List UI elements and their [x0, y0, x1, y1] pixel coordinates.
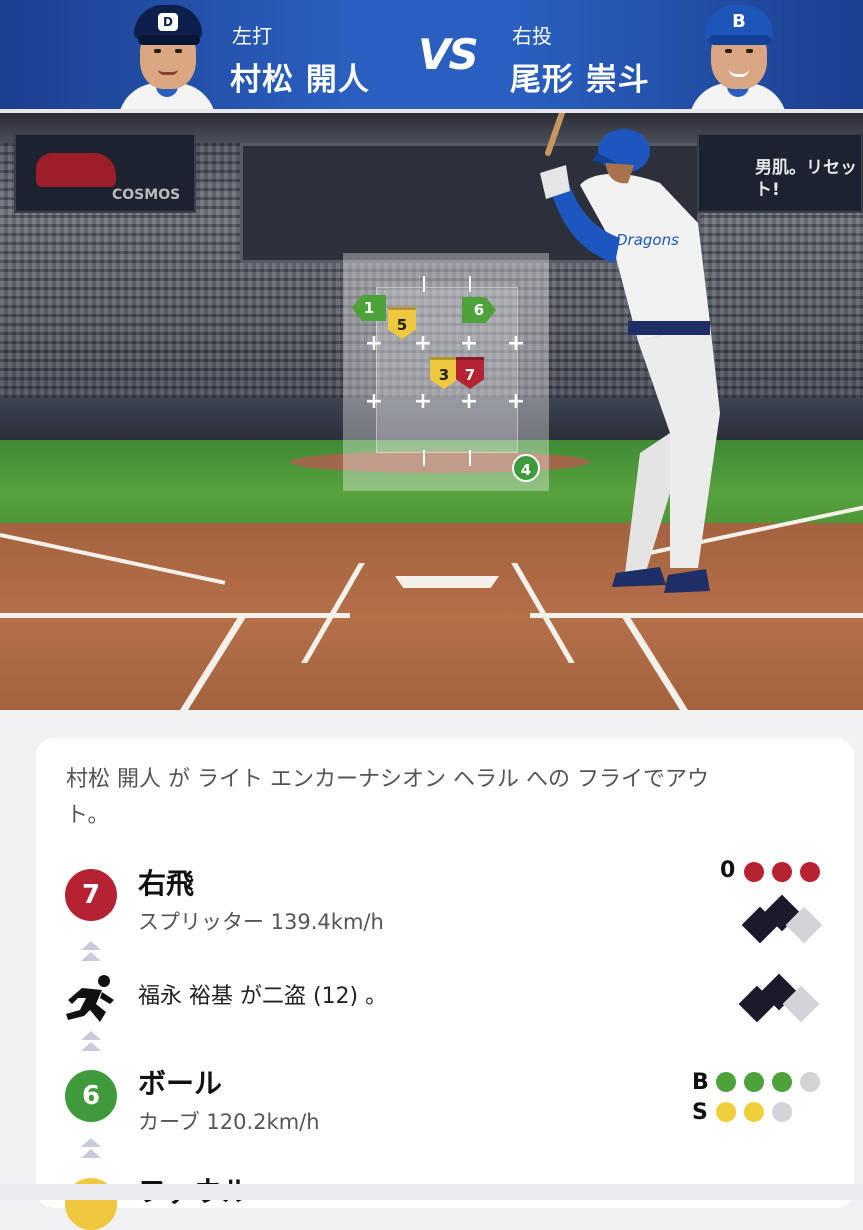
jersey-text: Dragons	[616, 231, 679, 249]
ball-dot-empty	[800, 1072, 820, 1092]
eye	[175, 49, 182, 53]
ball-dot	[716, 1072, 736, 1092]
mouth	[729, 69, 749, 77]
mouth	[158, 69, 178, 75]
vs-label: VS	[418, 30, 479, 79]
chevron-up-icon	[81, 1042, 101, 1051]
pitch-number-badge: 6	[65, 1070, 117, 1122]
left-ad-board: COSMOS	[14, 133, 196, 213]
pitcher-portrait: B	[683, 1, 793, 109]
eye	[746, 49, 753, 53]
batter-name: 村松 開人	[230, 62, 370, 98]
ball-dot	[772, 1072, 792, 1092]
dragons-cap-logo: D	[158, 13, 178, 31]
bottom-bar	[0, 1184, 863, 1200]
running-icon	[66, 975, 114, 1022]
out-dot	[800, 862, 820, 882]
stolen-base-text: 福永 裕基 が二盗 (12) 。	[138, 984, 388, 1009]
chevron-up-icon	[81, 1138, 101, 1147]
zone-marker: +	[364, 389, 384, 414]
zone-tick	[469, 450, 471, 466]
batter-side-label: 左打	[232, 24, 272, 48]
out-dot	[772, 862, 792, 882]
chevron-up-icon	[81, 952, 101, 961]
ball-count-label: B	[692, 1070, 709, 1095]
chevron-up-icon	[81, 1031, 101, 1040]
zone-tick	[423, 450, 425, 466]
pitch-result-title: ボール	[138, 1067, 223, 1100]
ball-dot	[744, 1072, 764, 1092]
dragons-cap: D	[134, 5, 202, 45]
zone-marker: +	[459, 331, 479, 356]
play-result-title: 右飛	[138, 867, 195, 900]
right-ad-text: 男肌。リセット!	[755, 158, 857, 200]
ballpark-scene: COSMOS 男肌。リセット! + + + + + + + + 1 5 6 3 …	[0, 113, 863, 710]
play-log-card: 村松 開人 が ライト エンカーナシオン ヘラル への フライでアウト。 7 右…	[36, 738, 854, 1230]
zone-marker: +	[459, 389, 479, 414]
zone-marker: +	[413, 389, 433, 414]
play-summary: 村松 開人 が ライト エンカーナシオン ヘラル への フライでアウト。	[66, 767, 709, 828]
batter-figure: Dragons	[540, 113, 720, 593]
zone-marker: +	[413, 331, 433, 356]
baystars-cap: B	[705, 5, 773, 45]
cap-brim	[138, 35, 200, 45]
eye	[725, 49, 732, 53]
batter-box-line-right	[530, 613, 863, 618]
outs-count-label: 0	[720, 858, 736, 883]
strike-dot-empty	[772, 1102, 792, 1122]
home-plate	[395, 576, 499, 588]
batter-portrait: D	[112, 1, 222, 109]
eye	[154, 49, 161, 53]
cap-brim	[709, 35, 771, 45]
zone-marker: +	[364, 331, 384, 356]
pitch-type-speed: スプリッター 139.4km/h	[138, 910, 384, 934]
chevron-up-icon	[81, 941, 101, 950]
strike-dot	[716, 1102, 736, 1122]
baystars-cap-logo: B	[732, 11, 746, 32]
zone-tick	[423, 276, 425, 292]
matchup-header: D 左打 村松 開人 VS 右投 尾形 崇斗 B	[0, 0, 863, 113]
zone-tick	[469, 276, 471, 292]
batter-box-line-left	[0, 613, 350, 618]
strike-count-label: S	[692, 1100, 708, 1125]
chevron-up-icon	[81, 1149, 101, 1158]
out-dot	[744, 862, 764, 882]
car-image	[36, 153, 116, 187]
pitch-number-badge: 7	[65, 869, 117, 921]
pitcher-name: 尾形 崇斗	[510, 62, 650, 98]
pitch-type-speed: カーブ 120.2km/h	[138, 1110, 320, 1134]
left-ad-text: COSMOS	[112, 187, 181, 203]
strike-dot	[744, 1102, 764, 1122]
pitcher-side-label: 右投	[512, 24, 552, 48]
